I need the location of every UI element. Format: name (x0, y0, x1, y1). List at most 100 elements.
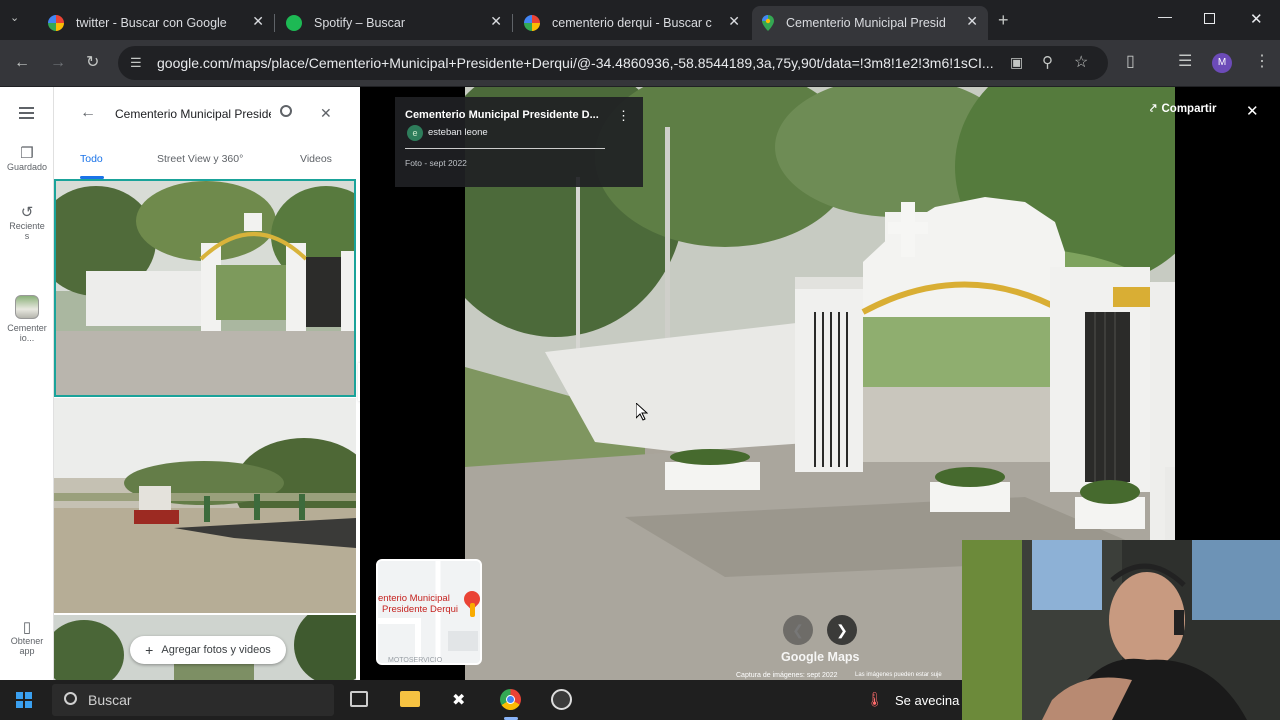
pegman-icon (470, 603, 475, 617)
close-tab-icon[interactable]: ✕ (252, 13, 264, 30)
tab-videos[interactable]: Videos (300, 153, 332, 165)
minimap-place-label: enterio Municipal (378, 593, 450, 604)
tab-search-icon[interactable]: ⌄ (10, 11, 28, 29)
extensions-icon[interactable]: ▯ (1126, 54, 1135, 70)
google-maps-logo: Google Maps (781, 650, 860, 664)
weather-widget-text[interactable]: Se avecina (895, 693, 959, 708)
close-window-icon[interactable]: ✕ (1250, 10, 1263, 28)
phone-icon: ▯ (22, 619, 32, 636)
weather-icon: 🌡 (866, 691, 884, 707)
taskbar-search-label: Buscar (88, 692, 132, 708)
minimize-icon[interactable]: — (1158, 8, 1172, 24)
profile-avatar[interactable]: M (1212, 53, 1232, 73)
maps-pin-icon (762, 15, 774, 31)
rail-recent-place[interactable]: Cementer io... (0, 295, 54, 343)
mouse-cursor-icon (636, 403, 648, 421)
rail-place-label-2: io... (19, 333, 35, 343)
rail-recents-label-2: s (24, 231, 30, 241)
chrome-icon[interactable] (500, 689, 521, 710)
hamburger-menu-icon[interactable] (19, 107, 34, 119)
close-tab-icon[interactable]: ✕ (490, 13, 502, 30)
contributor-name[interactable]: esteban leone (428, 127, 488, 138)
spotify-icon (286, 15, 302, 31)
clear-search-icon[interactable]: ✕ (320, 105, 332, 122)
url-text[interactable]: google.com/maps/place/Cementerio+Municip… (157, 55, 993, 71)
tab-title: Spotify – Buscar (314, 16, 406, 30)
add-photos-button[interactable]: + Agregar fotos y videos (130, 636, 286, 664)
rail-get-app-label-2: app (19, 646, 35, 656)
webcam-overlay (962, 540, 1280, 720)
tab-strip: ⌄ twitter - Buscar con Google ✕ Spotify … (0, 0, 1280, 40)
add-photos-label: Agregar fotos y videos (161, 644, 271, 656)
close-viewer-icon[interactable]: ✕ (1246, 102, 1259, 120)
maps-left-rail: ❒ Guardado ↺ Reciente s Cementer io... ▯… (0, 87, 54, 680)
info-divider (405, 148, 605, 149)
install-app-icon[interactable]: ▣ (1010, 54, 1023, 71)
browser-toolbar: ← → ↻ ☰ google.com/maps/place/Cementerio… (0, 40, 1280, 86)
new-tab-button[interactable]: + (998, 10, 1009, 31)
next-photo-button[interactable]: ❯ (827, 615, 857, 645)
address-bar[interactable]: ☰ google.com/maps/place/Cementerio+Munic… (118, 46, 1108, 80)
tab-spotify[interactable]: Spotify – Buscar ✕ (276, 6, 513, 40)
back-arrow-icon[interactable]: ← (80, 104, 96, 122)
plus-icon: + (145, 642, 154, 658)
close-tab-icon[interactable]: ✕ (966, 13, 978, 30)
photo-date: Foto - sept 2022 (405, 158, 467, 168)
capture-date: Captura de imágenes: sept 2022 (736, 672, 838, 679)
share-label: Compartir (1161, 103, 1217, 115)
windows-taskbar: Buscar ✖ 🌡 Se avecina (0, 680, 962, 720)
rail-place-label: Cementer (7, 323, 47, 333)
tab-todo[interactable]: Todo (80, 153, 103, 165)
contributor-avatar[interactable]: e (407, 125, 423, 141)
share-button[interactable]: ⤤ Compartir (1150, 103, 1216, 116)
minimap[interactable]: enterio Municipal Presidente Derqui MOTO… (376, 559, 482, 665)
tab-title: twitter - Buscar con Google (76, 16, 227, 30)
close-tab-icon[interactable]: ✕ (728, 13, 740, 30)
tab-title: Cementerio Municipal Presidente Derqui (786, 16, 946, 30)
previous-photo-button[interactable]: ❮ (783, 615, 813, 645)
bookmark-star-icon[interactable]: ☆ (1074, 52, 1088, 72)
tab-title: cementerio derqui - Buscar con Google (552, 16, 712, 30)
taskbar-search[interactable]: Buscar (52, 684, 334, 716)
file-explorer-icon[interactable] (400, 691, 420, 707)
share-icon: ⤤ (1150, 103, 1157, 115)
rail-saved[interactable]: ❒ Guardado (0, 145, 54, 172)
tab-cementerio-search[interactable]: cementerio derqui - Buscar con Google ✕ (514, 6, 750, 40)
rail-recents[interactable]: ↺ Reciente s (0, 205, 54, 241)
menu-dots-icon[interactable]: ⋮ (1254, 54, 1270, 70)
photo-thumbnail-gate[interactable] (54, 179, 356, 397)
site-info-icon[interactable]: ☰ (130, 55, 142, 71)
minimap-footer-label: MOTOSERVICIO (388, 657, 443, 664)
photo-title[interactable]: Cementerio Municipal Presidente D... (405, 109, 605, 121)
rail-saved-label: Guardado (6, 162, 48, 172)
tab-street-view[interactable]: Street View y 360° (157, 153, 243, 165)
photo-thumbnail-workers[interactable] (54, 398, 356, 613)
rail-recents-label: Reciente (9, 221, 45, 231)
image-disclaimer[interactable]: Las imágenes pueden estar suje (855, 672, 942, 678)
forward-icon[interactable]: → (50, 55, 66, 71)
media-icon[interactable]: ☰ (1178, 54, 1192, 70)
rail-get-app-label: Obtener (10, 636, 44, 646)
minimap-place-label-2: Presidente Derqui (382, 604, 459, 615)
search-row: ← Cementerio Municipal Preside ✕ (54, 87, 360, 141)
tab-twitter[interactable]: twitter - Buscar con Google ✕ (38, 6, 275, 40)
google-icon (524, 15, 540, 31)
more-options-icon[interactable]: ⋮ (617, 108, 630, 124)
bookmark-icon: ❒ (20, 145, 34, 162)
photos-panel: ← Cementerio Municipal Preside ✕ Todo St… (54, 87, 360, 680)
restore-icon[interactable] (1204, 13, 1215, 24)
windows-start-icon[interactable] (16, 692, 32, 708)
rail-get-app[interactable]: ▯ Obtener app (0, 619, 54, 656)
zoom-icon[interactable]: ⚲ (1042, 53, 1053, 71)
tab-cementerio-maps[interactable]: Cementerio Municipal Presidente Derqui ✕ (752, 6, 988, 40)
back-icon[interactable]: ← (14, 55, 30, 71)
obs-icon[interactable] (551, 689, 572, 710)
reload-icon[interactable]: ↻ (86, 55, 99, 71)
search-input[interactable]: Cementerio Municipal Preside (115, 107, 271, 121)
photo-info-card: Cementerio Municipal Presidente D... ⋮ e… (395, 97, 643, 187)
google-icon (48, 15, 64, 31)
search-icon[interactable] (280, 105, 292, 117)
place-thumbnail (15, 295, 39, 319)
task-view-icon[interactable] (350, 691, 368, 707)
capcut-icon[interactable]: ✖ (452, 690, 465, 710)
